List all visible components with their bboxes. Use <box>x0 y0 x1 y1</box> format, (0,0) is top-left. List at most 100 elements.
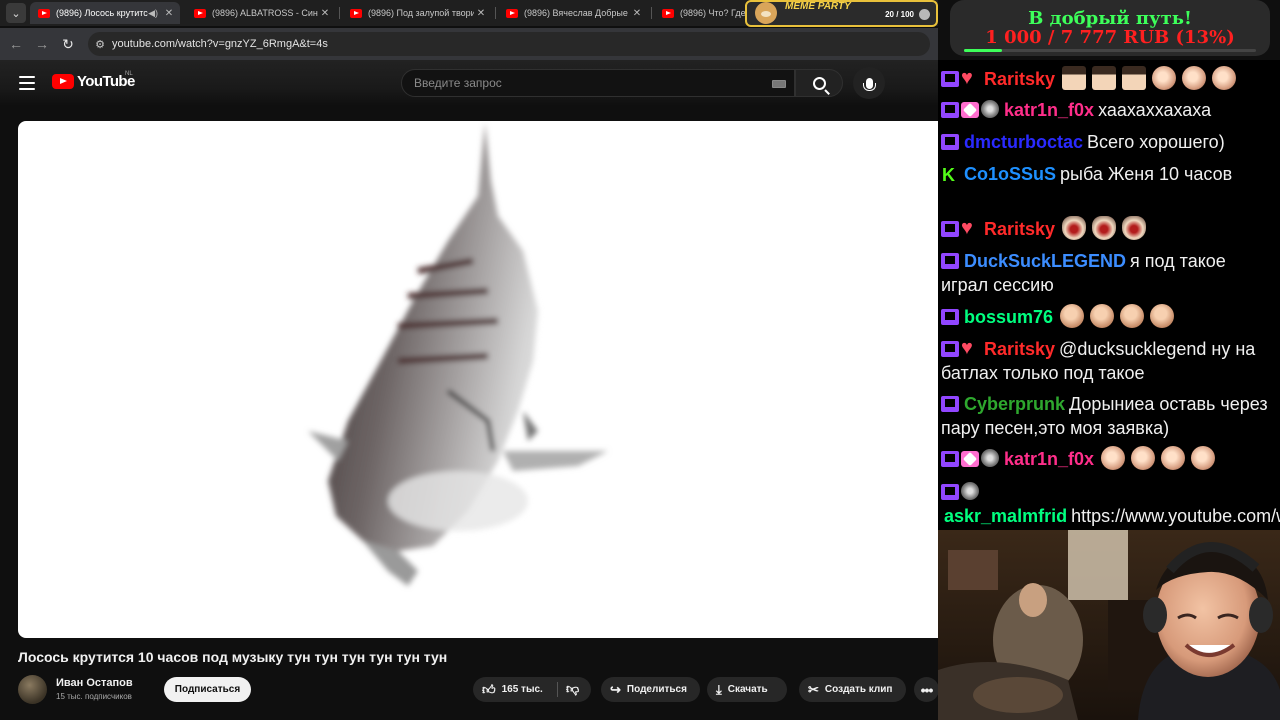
close-icon[interactable]: ✕ <box>474 8 488 19</box>
download-label: Скачать <box>727 684 768 695</box>
url-field[interactable]: ⚙ youtube.com/watch?v=gnzYZ_6RmgA&t=4s <box>88 32 930 56</box>
youtube-header: YouTube NL <box>0 60 938 106</box>
emote-gacha-icon <box>1122 216 1147 240</box>
back-button[interactable]: ← <box>3 31 29 57</box>
tab-pod-zalupoy[interactable]: (9896) Под залупой твори ✕ <box>342 2 492 24</box>
download-icon: ⤓ <box>716 681 722 697</box>
voice-search-button[interactable] <box>853 67 885 99</box>
chat-username[interactable]: Cyberprunk <box>964 394 1065 414</box>
tab-search-button[interactable]: ⌄ <box>6 3 26 23</box>
webcam-image <box>938 530 1280 720</box>
video-player[interactable] <box>18 121 938 638</box>
download-button[interactable]: ⤓ Скачать <box>707 677 787 702</box>
emote-bald-icon <box>1182 66 1207 90</box>
emote-bald-icon <box>1212 66 1237 90</box>
chat-username[interactable]: bossum76 <box>964 307 1053 327</box>
channel-name[interactable]: Иван Остапов <box>56 677 133 689</box>
meme-party-widget: MEME PARTY 20 / 100 <box>745 0 938 27</box>
region-code: NL <box>125 71 133 77</box>
close-icon[interactable]: ✕ <box>162 8 176 19</box>
chat-username[interactable]: dmcturboctac <box>964 132 1083 152</box>
emote-anime-icon <box>1062 66 1087 90</box>
kick-badge-icon[interactable] <box>941 163 959 187</box>
emote-bald-icon <box>1191 446 1216 470</box>
chat-username[interactable]: Co1oSSuS <box>964 164 1056 184</box>
site-info-icon[interactable]: ⚙ <box>88 38 112 51</box>
thumbs-up-icon[interactable]: 👍︎ <box>482 682 496 698</box>
tab-vyacheslav[interactable]: (9896) Вячеслав Добрые ✕ <box>498 2 648 24</box>
chat-message-text: рыба Женя 10 часов <box>1060 164 1233 184</box>
chat-message: Raritsky <box>941 66 1277 91</box>
search-icon <box>812 76 826 90</box>
tab-separator <box>339 7 340 19</box>
donation-goal-widget: В добрый путь! 1 000 / 7 777 RUB (13%) <box>950 0 1270 56</box>
chat-username[interactable]: askr_malmfrid <box>944 506 1067 526</box>
like-dislike-group: 👍︎ 165 тыс. 👎︎ <box>473 677 591 702</box>
keyboard-icon[interactable] <box>772 80 786 88</box>
gem-badge-icon[interactable] <box>961 102 979 118</box>
share-button[interactable]: ↪ Поделиться <box>601 677 700 702</box>
sub-badge-icon[interactable] <box>941 221 959 237</box>
menu-icon[interactable] <box>16 74 38 92</box>
youtube-logo[interactable]: YouTube <box>52 73 135 90</box>
clip-label: Создать клип <box>824 684 893 695</box>
chat-message: DuckSuckLEGEND я под такое играл сессию <box>941 249 1277 297</box>
tab-title: (9896) Вячеслав Добрые <box>524 8 628 18</box>
video-title: Лосось крутится 10 часов под музыку тун … <box>18 649 448 665</box>
chat-username[interactable]: Raritsky <box>984 339 1055 359</box>
sub-badge-icon[interactable] <box>941 253 959 269</box>
forward-button[interactable]: → <box>29 31 55 57</box>
subscribe-button[interactable]: Подписаться <box>164 677 251 702</box>
chat-username[interactable]: katr1n_f0x <box>1004 449 1094 469</box>
chat-username[interactable]: katr1n_f0x <box>1004 100 1094 120</box>
reload-icon: ↻ <box>62 35 74 52</box>
search-input[interactable] <box>402 76 762 90</box>
share-label: Поделиться <box>626 684 687 695</box>
emote-face-icon <box>1090 304 1115 328</box>
close-icon[interactable]: ✕ <box>630 8 644 19</box>
tab-title: (9896) ALBATROSS - Сини <box>212 8 318 18</box>
sub-badge-icon[interactable] <box>941 102 959 118</box>
chat-message: bossum76 <box>941 304 1277 329</box>
youtube-favicon-icon <box>194 8 206 18</box>
sub-badge-icon[interactable] <box>941 134 959 150</box>
sub-badge-icon[interactable] <box>941 341 959 357</box>
heart-badge-icon[interactable] <box>961 66 979 90</box>
sub-badge-icon[interactable] <box>941 484 959 500</box>
gray-badge-icon[interactable] <box>981 100 999 118</box>
emote-face-icon <box>1120 304 1145 328</box>
goal-progress-fill <box>964 49 1002 52</box>
scissors-icon: ✂ <box>808 681 819 697</box>
sub-badge-icon[interactable] <box>941 396 959 412</box>
clip-button[interactable]: ✂ Создать клип <box>799 677 906 702</box>
youtube-favicon-icon <box>662 8 674 18</box>
sub-badge-icon[interactable] <box>941 451 959 467</box>
chat-username[interactable]: DuckSuckLEGEND <box>964 251 1126 271</box>
chat-username[interactable]: Raritsky <box>984 69 1055 89</box>
emote-gacha-icon <box>1092 216 1117 240</box>
tab-albatross[interactable]: (9896) ALBATROSS - Сини ✕ <box>186 2 336 24</box>
speaker-icon[interactable]: ◀) <box>148 8 158 19</box>
tab-title: (9896) Под залупой твори <box>368 8 474 18</box>
sub-badge-icon[interactable] <box>941 71 959 87</box>
salmon-image <box>308 123 608 586</box>
sub-badge-icon[interactable] <box>941 309 959 325</box>
thumbs-down-icon[interactable]: 👎︎ <box>566 681 579 697</box>
search-button[interactable] <box>795 69 843 97</box>
heart-badge-icon[interactable] <box>961 216 979 240</box>
reload-button[interactable]: ↻ <box>55 31 81 57</box>
tab-salmon[interactable]: (9896) Лосось крутится ◀) ✕ <box>30 2 180 24</box>
gray-badge-icon[interactable] <box>981 449 999 467</box>
tab-chto-gde[interactable]: (9896) Что? Где? <box>654 2 746 24</box>
more-actions-button[interactable]: ••• <box>914 677 938 702</box>
channel-avatar[interactable] <box>18 675 47 704</box>
gem-badge-icon[interactable] <box>961 451 979 467</box>
close-icon[interactable]: ✕ <box>318 8 332 19</box>
goal-progress-bar <box>964 49 1256 52</box>
youtube-favicon-icon <box>506 8 518 18</box>
chat-username[interactable]: Raritsky <box>984 219 1055 239</box>
gray-badge-icon[interactable] <box>961 482 979 500</box>
chat-message: Raritsky@ducksucklegend ну на батлах тол… <box>941 336 1277 385</box>
like-count[interactable]: 165 тыс. <box>502 684 543 695</box>
heart-badge-icon[interactable] <box>961 336 979 360</box>
